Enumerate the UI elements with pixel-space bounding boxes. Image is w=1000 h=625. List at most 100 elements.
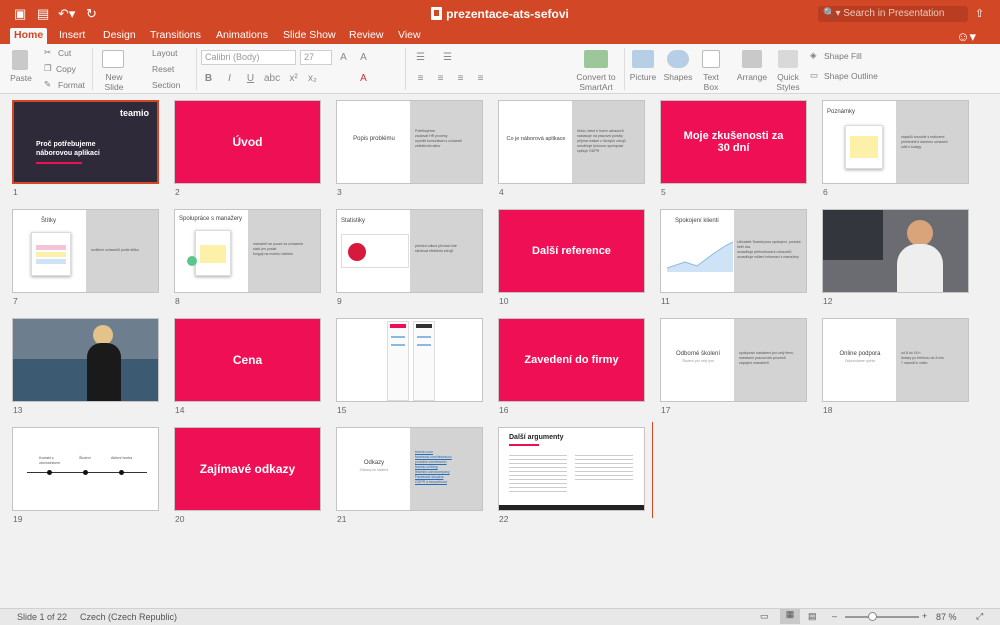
font-family-select[interactable]: Calibri (Body) — [201, 50, 296, 65]
grow-font-icon[interactable]: A — [336, 50, 351, 65]
bold-icon[interactable]: B — [201, 71, 216, 86]
textbox-button[interactable]: Text Box — [698, 72, 724, 92]
share-icon[interactable]: ⇧ — [975, 6, 984, 22]
zoom-out-icon[interactable]: – — [832, 611, 837, 621]
person-photo — [897, 244, 943, 292]
copy-button[interactable]: Copy — [56, 64, 76, 74]
photo-background — [13, 359, 158, 401]
slide-thumbnail[interactable]: Štítky rozlišení uchazečů podle štítku — [12, 209, 159, 293]
tab-view[interactable]: View — [394, 28, 425, 44]
align-center-icon[interactable]: ≡ — [433, 71, 448, 86]
copy-icon[interactable]: ❐ — [44, 63, 52, 73]
slide-thumbnail[interactable]: Popis problému Potřebujeme: zautovat HR p… — [336, 100, 483, 184]
font-color-icon[interactable]: A — [356, 71, 371, 86]
arrange-icon[interactable] — [742, 50, 762, 68]
superscript-icon[interactable]: x² — [286, 71, 301, 86]
fit-to-window-icon[interactable]: ⤢ — [976, 611, 983, 622]
new-slide-icon[interactable] — [102, 50, 124, 68]
search-input[interactable]: 🔍▾ Search in Presentation — [818, 6, 968, 22]
slide-thumbnail[interactable]: Odborné školení Školení pro celý tým spo… — [660, 318, 807, 402]
tab-transitions[interactable]: Transitions — [146, 28, 205, 44]
tab-design[interactable]: Design — [99, 28, 140, 44]
slide-thumbnail[interactable]: Kontakt s obchodníkem Školení Aktivní tv… — [12, 427, 159, 511]
tab-home[interactable]: Home — [10, 28, 48, 44]
slide-thumbnail[interactable]: Moje zkušenosti za 30 dní — [660, 100, 807, 184]
timeline-dot — [119, 470, 124, 475]
feedback-smiley-icon[interactable]: ☺▾ — [956, 29, 976, 45]
language-indicator[interactable]: Czech (Czech Republic) — [80, 612, 177, 622]
underline-icon[interactable]: U — [243, 71, 258, 86]
font-size-select[interactable]: 27 — [300, 50, 332, 65]
slide-thumbnail[interactable]: Spolupráce s manažery manažeři se pouze … — [174, 209, 321, 293]
slide-thumbnail[interactable]: Cena — [174, 318, 321, 402]
zoom-slider[interactable] — [845, 616, 919, 618]
smartart-icon[interactable] — [584, 50, 608, 68]
slide-thumbnail[interactable]: Zajímavé odkazy — [174, 427, 321, 511]
bullets-icon[interactable]: ☰ — [413, 50, 428, 65]
slide-thumbnail[interactable] — [336, 318, 483, 402]
align-left-icon[interactable]: ≡ — [413, 71, 428, 86]
justify-icon[interactable]: ≡ — [473, 71, 488, 86]
picture-icon[interactable] — [632, 50, 654, 68]
slide-thumbnail[interactable]: Odkazy Odkazy ke stažení teamio.com faceb… — [336, 427, 483, 511]
normal-view-icon[interactable]: ▭ — [760, 611, 769, 622]
new-slide-button[interactable]: New Slide — [96, 72, 132, 92]
italic-icon[interactable]: I — [222, 71, 237, 86]
shrink-font-icon[interactable]: A — [356, 50, 371, 65]
quick-styles-icon[interactable] — [778, 50, 798, 68]
shape-fill-icon[interactable]: ◈ — [810, 50, 817, 60]
shape-fill-button[interactable]: Shape Fill — [824, 51, 862, 61]
slide-bullets: Potřebujeme: zautovat HR procesy urychlit … — [415, 129, 463, 148]
format-painter-button[interactable]: Format — [58, 80, 85, 90]
shape-outline-button[interactable]: Shape Outline — [824, 71, 878, 81]
paste-icon[interactable] — [12, 50, 28, 70]
tab-review[interactable]: Review — [345, 28, 387, 44]
picture-button[interactable]: Picture — [627, 72, 659, 82]
slide-thumbnail[interactable]: Spokojení klienti Uživatelé Teamia jsou … — [660, 209, 807, 293]
slide-thumbnail[interactable]: Co je náborová aplikace Místo, které k ř… — [498, 100, 645, 184]
paste-button[interactable]: Paste — [6, 73, 36, 83]
slide-thumbnail[interactable]: Úvod — [174, 100, 321, 184]
shapes-button[interactable]: Shapes — [661, 72, 695, 82]
slide-sorter-view-icon[interactable]: ▦ — [780, 609, 800, 624]
layout-button[interactable]: Layout — [152, 48, 178, 58]
tab-slide-show[interactable]: Slide Show — [279, 28, 340, 44]
slide-title: Zavedení do firmy — [524, 354, 619, 366]
slide-thumbnail[interactable] — [822, 209, 969, 293]
slide-thumbnail[interactable]: Další argumenty — [498, 427, 645, 511]
slide-thumbnail[interactable]: Další reference — [498, 209, 645, 293]
reset-button[interactable]: Reset — [152, 64, 174, 74]
zoom-level[interactable]: 87 % — [936, 612, 957, 622]
tab-animations[interactable]: Animations — [212, 28, 272, 44]
slideshow-view-icon[interactable]: ▤ — [808, 611, 817, 622]
slide-thumbnail[interactable] — [12, 318, 159, 402]
format-painter-icon[interactable]: ✎ — [44, 79, 51, 89]
slide-number: 4 — [499, 187, 504, 197]
slide-thumbnail[interactable]: Statistiky přehled odkud přichází lidé sl… — [336, 209, 483, 293]
shapes-icon[interactable] — [667, 50, 689, 68]
align-right-icon[interactable]: ≡ — [453, 71, 468, 86]
slide-title: Statistiky — [341, 218, 366, 224]
arrange-button[interactable]: Arrange — [734, 72, 770, 82]
quick-styles-button[interactable]: Quick Styles — [772, 72, 804, 92]
ribbon-separator — [624, 48, 625, 90]
subscript-icon[interactable]: x₂ — [305, 71, 320, 86]
slide-thumbnail[interactable]: teamio Proč potřebujeme náborovou aplika… — [12, 100, 159, 184]
textbox-icon[interactable] — [702, 50, 720, 68]
price-list-image — [413, 321, 435, 401]
numbering-icon[interactable]: ☰ — [440, 50, 455, 65]
slide-number: 3 — [337, 187, 342, 197]
zoom-in-icon[interactable]: + — [922, 611, 927, 621]
person-photo — [93, 325, 113, 345]
convert-smartart-button[interactable]: Convert to SmartArt — [572, 72, 620, 92]
tab-insert[interactable]: Insert — [55, 28, 89, 44]
slide-thumbnail[interactable]: Poznámky zápisků souvislé s reakcemi přeh… — [822, 100, 969, 184]
shape-outline-icon[interactable]: ▭ — [810, 70, 818, 80]
slide-thumbnail[interactable]: Online podpora Odpovídáme rychle od 8 do… — [822, 318, 969, 402]
slide-thumbnail[interactable]: Zavedení do firmy — [498, 318, 645, 402]
section-button[interactable]: Section — [152, 80, 180, 90]
scissors-icon[interactable]: ✂ — [44, 47, 51, 57]
zoom-slider-thumb[interactable] — [868, 612, 877, 621]
cut-button[interactable]: Cut — [58, 48, 71, 58]
strikethrough-icon[interactable]: abc — [264, 71, 280, 86]
